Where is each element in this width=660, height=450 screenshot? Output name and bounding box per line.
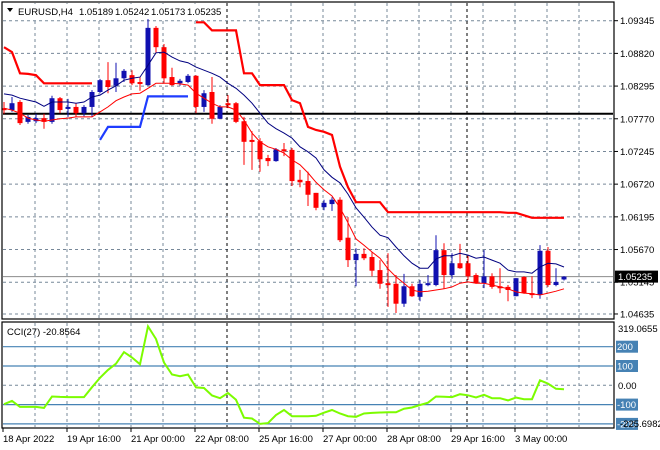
candle-bear (465, 263, 471, 277)
mt4-chart[interactable]: 1.09345 1.08820 1.08295 1.07770 1.07245 1.067… (0, 0, 660, 450)
candle-bear (545, 250, 551, 286)
price-axis-label: 1.07245 (620, 147, 654, 158)
candle-bear (289, 149, 295, 182)
candle-bear (345, 237, 351, 261)
candle-bull (553, 281, 559, 286)
candle-bull (145, 27, 151, 86)
price-axis-label: 1.05670 (620, 245, 654, 256)
price-axis-label: 1.08295 (620, 82, 654, 93)
candle-bull (177, 80, 183, 84)
candle-bull (217, 106, 223, 119)
current-price-label: 1.05235 (618, 272, 652, 283)
candle-bear (57, 98, 63, 111)
candle-bear (241, 121, 247, 142)
candle-bull (425, 283, 431, 286)
symbol-timeframe: EURUSD,H4 (18, 7, 73, 18)
candle-bear (521, 276, 527, 294)
candle-bull (81, 106, 87, 114)
candle-bull (65, 106, 71, 109)
candle-bear (225, 103, 231, 106)
candle-bull (353, 253, 359, 261)
candle-bull (513, 278, 519, 297)
price-axis-label: 1.06195 (620, 212, 654, 223)
cci-level-label: -100 (617, 400, 636, 411)
candle-bull (273, 149, 279, 162)
cci-max-label: 319.0655 (618, 324, 658, 335)
candle-bear (377, 270, 383, 284)
candle-bear (257, 141, 263, 160)
candle-bull (449, 263, 455, 276)
time-axis-label: 3 May 00:00 (515, 434, 567, 445)
header-high: 1.05242 (115, 7, 149, 18)
time-axis-label: 28 Apr 08:00 (387, 434, 441, 445)
candle-bear (73, 106, 79, 114)
candle-bear (313, 192, 319, 208)
candle-bull (561, 276, 567, 280)
candle-bear (137, 82, 143, 85)
header-low: 1.05173 (151, 7, 185, 18)
candle-bull (417, 283, 423, 297)
time-axis-label: 25 Apr 16:00 (259, 434, 313, 445)
time-axis-label: 21 Apr 00:00 (131, 434, 185, 445)
candle-bull (9, 103, 15, 111)
candle-bull (401, 286, 407, 304)
candle-bear (393, 283, 399, 304)
price-axis-label: 1.06720 (620, 180, 654, 191)
candle-bear (441, 250, 447, 276)
chart-header: EURUSD,H4 1.05189 1.05242 1.05173 1.0523… (4, 4, 222, 19)
candle-bull (433, 250, 439, 286)
candle-bull (329, 199, 335, 205)
candle-bull (321, 202, 327, 208)
cci-zero-label: 0.00 (618, 381, 637, 392)
candle-bear (249, 139, 255, 142)
price-axis-label: 1.07770 (620, 114, 654, 125)
candle-bear (409, 286, 415, 297)
candle-bear (385, 283, 391, 286)
cci-level-label: 200 (617, 342, 633, 353)
price-axis-label: 1.04635 (620, 309, 654, 320)
candle-bear (281, 149, 287, 152)
time-axis-label: 22 Apr 08:00 (195, 434, 249, 445)
time-axis-label: 29 Apr 16:00 (451, 434, 505, 445)
price-axis-label: 1.08820 (620, 49, 654, 60)
candle-bull (185, 75, 191, 83)
candle-bull (481, 276, 487, 284)
time-axis-label: 19 Apr 16:00 (67, 434, 121, 445)
candle-bear (305, 181, 311, 195)
candle-bull (537, 250, 543, 295)
cci-min-label: -225.6982 (620, 419, 660, 430)
candle-bear (473, 275, 479, 284)
candle-bear (361, 253, 367, 259)
header-close: 1.05235 (187, 7, 221, 18)
candle-bear (297, 179, 303, 183)
candle-bull (201, 93, 207, 107)
candle-bull (89, 91, 95, 107)
candle-bear (209, 91, 215, 119)
time-axis-label: 27 Apr 00:00 (323, 434, 377, 445)
candle-bear (153, 27, 159, 48)
price-axis-label: 1.09345 (620, 16, 654, 27)
candle-bear (369, 257, 375, 271)
candle-bear (457, 263, 463, 269)
time-axis-label: 18 Apr 2022 (3, 434, 54, 445)
candle-bear (265, 157, 271, 162)
candle-bull (97, 80, 103, 92)
candle-bear (105, 80, 111, 88)
cci-label: CCI(27) -20.8564 (7, 327, 80, 338)
candle-bear (129, 75, 135, 84)
header-open: 1.05189 (79, 7, 113, 18)
candle-bull (121, 70, 127, 79)
cci-level-label: 100 (617, 362, 633, 373)
